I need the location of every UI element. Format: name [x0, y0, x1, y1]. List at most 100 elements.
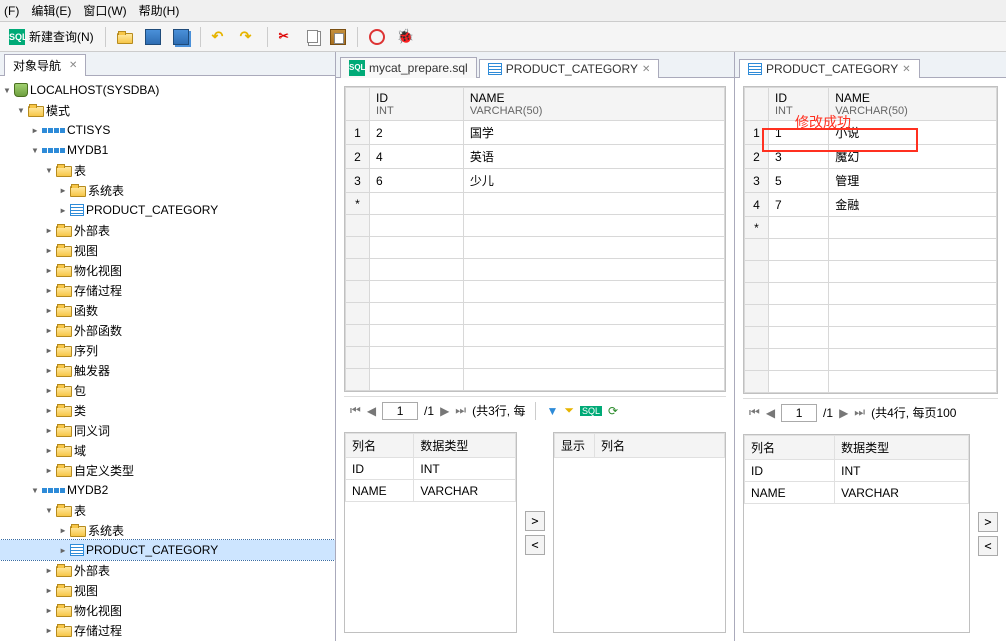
next-icon[interactable]: ▶ — [440, 404, 449, 418]
sql-mini-icon[interactable]: SQL — [580, 406, 602, 416]
table-icon — [748, 63, 762, 75]
meta-columns-left: 列名数据类型 IDINT NAMEVARCHAR — [344, 432, 517, 633]
folder-icon — [28, 106, 44, 117]
database-icon — [14, 83, 28, 97]
tree-item--[interactable]: ▾表 — [0, 160, 335, 180]
undo-button[interactable]: ↶ — [207, 26, 233, 48]
move-left-button[interactable]: < — [525, 535, 545, 555]
tree-item-product-category[interactable]: ▸PRODUCT_CATEGORY — [0, 540, 335, 560]
last-icon[interactable]: ⏭ — [854, 405, 865, 420]
nav-tab[interactable]: 对象导航✕ — [4, 54, 86, 76]
folder-icon — [56, 386, 72, 397]
meta-display-left: 显示列名 — [553, 432, 726, 633]
prev-icon[interactable]: ◀ — [766, 406, 775, 420]
first-icon[interactable]: ⏮ — [749, 405, 760, 420]
table-icon — [488, 63, 502, 75]
folder-icon — [56, 566, 72, 577]
move-left-button[interactable]: < — [978, 536, 998, 556]
new-query-button[interactable]: SQL 新建查询(N) — [4, 26, 99, 48]
tree-item--[interactable]: ▸外部表 — [0, 560, 335, 580]
redo-button[interactable]: ↷ — [235, 26, 261, 48]
next-icon[interactable]: ▶ — [839, 406, 848, 420]
tree-item--[interactable]: ▸存储过程 — [0, 280, 335, 300]
data-grid-right[interactable]: IDINTNAMEVARCHAR(50)11小说23魔幻35管理47金融* — [744, 87, 997, 393]
tree-item-mydb2[interactable]: ▾MYDB2 — [0, 480, 335, 500]
tab-mycat-sql[interactable]: SQL mycat_prepare.sql — [340, 57, 477, 78]
cut-button[interactable]: ✂ — [274, 26, 300, 48]
tree-item--[interactable]: ▾模式 — [0, 100, 335, 120]
tree-item--[interactable]: ▸物化视图 — [0, 260, 335, 280]
undo-icon: ↶ — [212, 29, 228, 45]
tree-item--[interactable]: ▸包 — [0, 380, 335, 400]
open-button[interactable] — [112, 26, 138, 48]
tree-item--[interactable]: ▸函数 — [0, 300, 335, 320]
tree-item-ctisys[interactable]: ▸CTISYS — [0, 120, 335, 140]
tree-item--[interactable]: ▸系统表 — [0, 520, 335, 540]
last-icon[interactable]: ⏭ — [455, 403, 466, 418]
folder-icon — [56, 366, 72, 377]
save-button[interactable] — [140, 26, 166, 48]
folder-icon — [56, 606, 72, 617]
close-icon[interactable]: ✕ — [902, 64, 910, 75]
tree-item--[interactable]: ▸存储过程 — [0, 620, 335, 640]
save-all-icon — [173, 29, 189, 45]
funnel-icon[interactable]: ⏷ — [564, 403, 574, 418]
folder-icon — [70, 186, 86, 197]
tree-item--[interactable]: ▾表 — [0, 500, 335, 520]
tree-item--[interactable]: ▸同义词 — [0, 420, 335, 440]
save-all-button[interactable] — [168, 26, 194, 48]
close-icon[interactable]: ✕ — [69, 60, 77, 71]
tree-item-mydb1[interactable]: ▾MYDB1 — [0, 140, 335, 160]
folder-icon — [56, 406, 72, 417]
page-input[interactable] — [781, 404, 817, 422]
right-panel: PRODUCT_CATEGORY ✕ IDINTNAMEVARCHAR(50)1… — [735, 52, 1006, 641]
tree-item--[interactable]: ▸物化视图 — [0, 600, 335, 620]
main-toolbar: SQL 新建查询(N) ↶ ↷ ✂ 🐞 — [0, 22, 1006, 52]
prev-icon[interactable]: ◀ — [367, 404, 376, 418]
left-panel: SQL mycat_prepare.sql PRODUCT_CATEGORY ✕… — [336, 52, 735, 641]
tree-item--[interactable]: ▸触发器 — [0, 360, 335, 380]
filter-icon[interactable]: ▼ — [546, 404, 558, 418]
refresh-icon[interactable]: ⟳ — [608, 404, 618, 418]
folder-icon — [56, 306, 72, 317]
folder-icon — [117, 33, 133, 44]
tab-product-category-left[interactable]: PRODUCT_CATEGORY ✕ — [479, 59, 660, 78]
tree-item--[interactable]: ▸序列 — [0, 340, 335, 360]
folder-icon — [56, 246, 72, 257]
tree-item--[interactable]: ▸视图 — [0, 240, 335, 260]
folder-icon — [56, 166, 72, 177]
tree-item-localhost-sysdba-[interactable]: ▾LOCALHOST(SYSDBA) — [0, 80, 335, 100]
tree-item--[interactable]: ▸外部表 — [0, 220, 335, 240]
tree-item--[interactable]: ▸自定义类型 — [0, 460, 335, 480]
tree-item--[interactable]: ▸类 — [0, 400, 335, 420]
tree-item--[interactable]: ▸外部函数 — [0, 320, 335, 340]
paste-icon — [330, 29, 346, 45]
table-icon — [70, 544, 84, 556]
debug-button[interactable]: 🐞 — [392, 26, 418, 48]
schema-icon — [42, 128, 65, 133]
menu-window[interactable]: 窗口(W) — [83, 2, 126, 19]
tree-item-product-category[interactable]: ▸PRODUCT_CATEGORY — [0, 200, 335, 220]
menu-edit[interactable]: 编辑(E) — [31, 2, 71, 19]
move-right-button[interactable]: > — [978, 512, 998, 532]
menu-file-hint[interactable]: (F) — [4, 4, 19, 18]
menu-bar: (F) 编辑(E) 窗口(W) 帮助(H) — [0, 0, 1006, 22]
tree-item--[interactable]: ▸域 — [0, 440, 335, 460]
meta-columns-right: 列名数据类型 IDINT NAMEVARCHAR — [743, 434, 970, 633]
copy-icon — [307, 30, 318, 43]
data-grid-left[interactable]: IDINTNAMEVARCHAR(50)12国学24英语36少儿* — [345, 87, 725, 391]
close-icon[interactable]: ✕ — [642, 64, 650, 75]
tab-product-category-right[interactable]: PRODUCT_CATEGORY ✕ — [739, 59, 920, 78]
menu-help[interactable]: 帮助(H) — [139, 2, 180, 19]
first-icon[interactable]: ⏮ — [350, 403, 361, 418]
folder-icon — [56, 266, 72, 277]
tree-item--[interactable]: ▸系统表 — [0, 180, 335, 200]
tree-item--[interactable]: ▸视图 — [0, 580, 335, 600]
paste-button[interactable] — [325, 26, 351, 48]
copy-button[interactable] — [302, 26, 323, 48]
page-input[interactable] — [382, 402, 418, 420]
stop-button[interactable] — [364, 26, 390, 48]
stop-icon — [369, 29, 385, 45]
move-right-button[interactable]: > — [525, 511, 545, 531]
sql-icon: SQL — [9, 29, 25, 45]
